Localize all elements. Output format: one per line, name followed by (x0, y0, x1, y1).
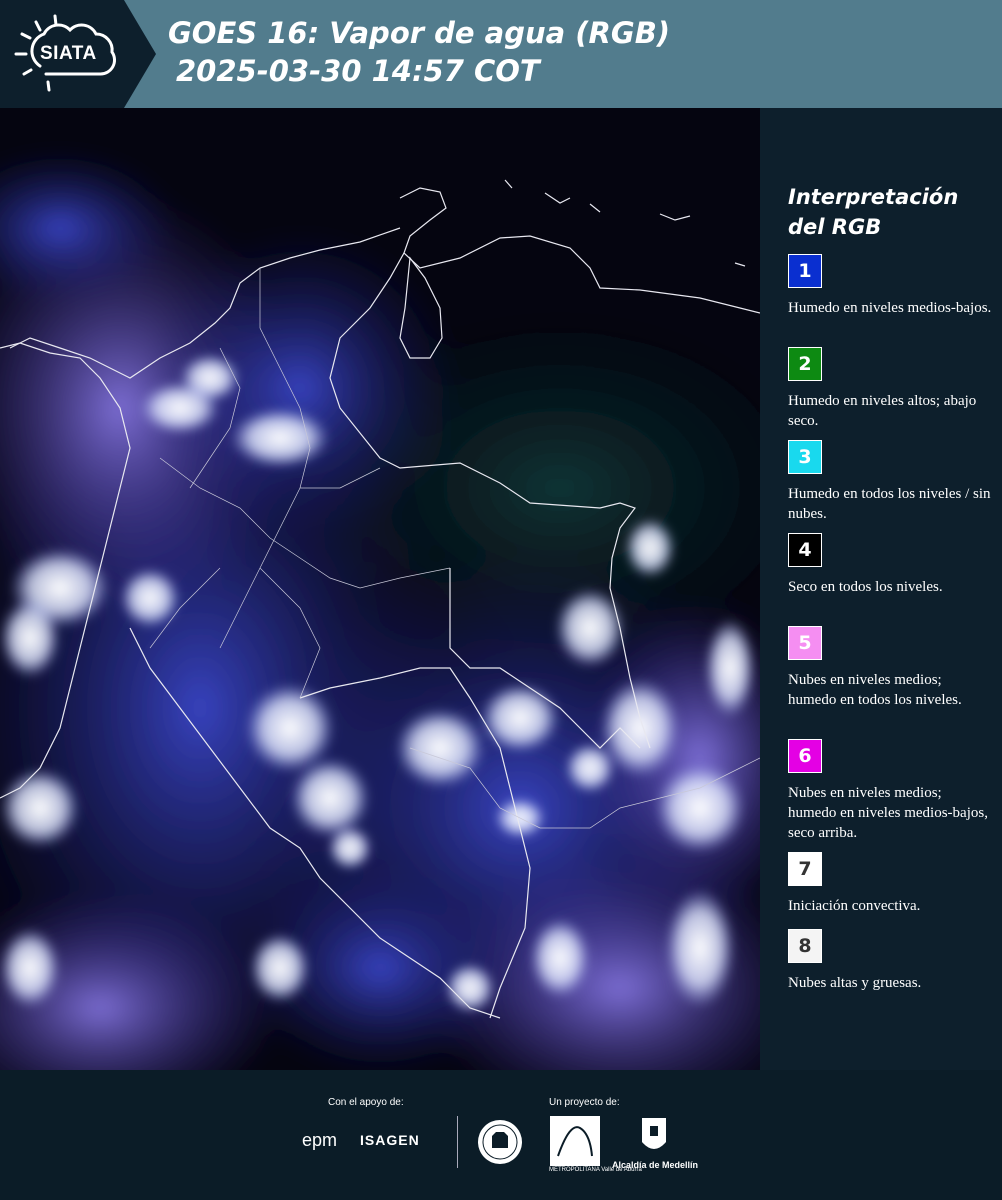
page-title: GOES 16: Vapor de agua (RGB) 2025-03-30 1… (168, 14, 670, 90)
legend-item-8: 8 Nubes altas y gruesas. (788, 929, 993, 993)
seal-icon (478, 1120, 522, 1164)
legend-swatch: 4 (788, 533, 822, 567)
project-label: Un proyecto de: (549, 1097, 620, 1108)
legend-swatch: 7 (788, 852, 822, 886)
legend-description: Nubes en niveles medios; humedo en nivel… (788, 785, 988, 841)
legend-item-7: 7 Iniciación convectiva. (788, 852, 993, 916)
legend-description: Nubes altas y gruesas. (788, 975, 922, 991)
epm-logo: epm (302, 1130, 338, 1150)
legend-description: Iniciación convectiva. (788, 898, 921, 914)
siata-logo: SIATA (0, 0, 160, 108)
metropolitana-logo (550, 1116, 600, 1166)
legend-swatch: 5 (788, 626, 822, 660)
legend-item-1: 1 Humedo en niveles medios-bajos. (788, 254, 993, 318)
legend-swatch: 2 (788, 347, 822, 381)
title-product: GOES 16: Vapor de agua (RGB) (168, 16, 671, 50)
legend-item-3: 3 Humedo en todos los niveles / sin nubes… (788, 440, 993, 524)
legend-description: Nubes en niveles medios; humedo en todos… (788, 672, 962, 708)
legend-item-5: 5 Nubes en niveles medios; humedo en todo… (788, 626, 993, 710)
legend-title: Interpretación del RGB (788, 185, 959, 239)
legend-swatch: 1 (788, 254, 822, 288)
siata-logo-text: SIATA (40, 43, 97, 64)
legend-item-4: 4 Seco en todos los niveles. (788, 533, 993, 597)
legend-description: Humedo en niveles altos; abajo seco. (788, 393, 977, 429)
legend-swatch: 8 (788, 929, 822, 963)
legend-description: Seco en todos los niveles. (788, 579, 943, 595)
support-label: Con el apoyo de: (328, 1097, 404, 1108)
legend-item-6: 6 Nubes en niveles medios; humedo en nive… (788, 739, 993, 843)
legend-swatch: 6 (788, 739, 822, 773)
coat-of-arms-icon (642, 1118, 666, 1149)
alcaldia-text: Alcaldía de Medellín (612, 1160, 699, 1170)
legend-description: Humedo en niveles medios-bajos. (788, 300, 992, 316)
title-timestamp: 2025-03-30 14:57 COT (176, 54, 540, 88)
legend-swatch: 3 (788, 440, 822, 474)
footer-divider (457, 1116, 458, 1168)
header-bar: SIATA GOES 16: Vapor de agua (RGB) 2025-0… (0, 0, 1002, 108)
isagen-logo: ISAGEN (360, 1132, 420, 1148)
legend-description: Humedo en todos los niveles / sin nubes. (788, 486, 991, 522)
legend-panel: Interpretación del RGB 1 Humedo en nivele… (760, 108, 1002, 1070)
legend-item-2: 2 Humedo en niveles altos; abajo seco. (788, 347, 993, 431)
satellite-map[interactable] (0, 108, 760, 1070)
footer: Con el apoyo de: Un proyecto de: epm ISA… (0, 1070, 1002, 1200)
